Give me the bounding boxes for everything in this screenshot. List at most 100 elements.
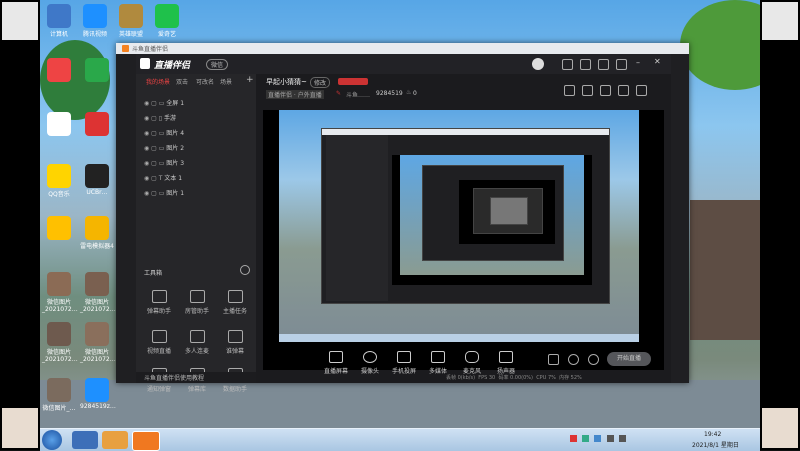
avatar [762, 408, 798, 448]
close-icon[interactable]: ✕ [654, 57, 661, 66]
speaker-button[interactable]: 扬声器 [488, 351, 524, 375]
edit-icon[interactable]: ✎ [336, 90, 341, 97]
menu-icon[interactable] [616, 59, 627, 70]
desktop-icon[interactable]: 微信图片_2021072… [80, 272, 116, 313]
source-item[interactable]: ◉ ▢ ▭ 全屏 1 [144, 98, 244, 112]
tab-rename[interactable]: 可改名 [196, 77, 214, 86]
camera-button[interactable]: 摄像头 [352, 351, 388, 375]
microphone-icon [465, 351, 479, 363]
gift-icon[interactable] [582, 85, 593, 96]
source-item[interactable]: ◉ ▢ ▭ 图片 3 [144, 158, 244, 172]
source-item[interactable]: ◉ ▢ ▯ 手游 [144, 113, 244, 127]
tool-video-live[interactable]: 视频直播 [142, 330, 176, 355]
desktop-icon[interactable]: 微信图片_2021072… [42, 322, 78, 363]
category-label[interactable]: 直播伴侣 · 户外直播 [266, 90, 324, 99]
scene-sidebar: 我的场景 双击 可改名 场景 + ◉ ▢ ▭ 全屏 1 ◉ ▢ ▯ 手游 ◉ ▢… [136, 74, 256, 393]
source-label: 图片 2 [166, 145, 185, 152]
desktop-icon[interactable]: 9284519z… [80, 378, 116, 410]
screen-capture-button[interactable]: 直播屏幕 [318, 351, 354, 375]
stream-preview[interactable] [263, 110, 664, 370]
desktop-icon[interactable] [42, 216, 76, 241]
phone-cast-button[interactable]: 手机投屏 [386, 351, 422, 375]
status-bitrate: 码率 0.00(0%) [498, 375, 533, 381]
avatar[interactable] [532, 58, 544, 70]
desktop-icon[interactable] [80, 112, 114, 137]
network-icon[interactable] [636, 85, 647, 96]
start-button[interactable] [42, 430, 62, 450]
source-label: 图片 4 [166, 130, 185, 137]
sidebar-footer[interactable]: 斗鱼直播伴侣使用教程 [136, 372, 256, 383]
status-memory: 内存 52% [559, 375, 582, 381]
tray-icon[interactable] [570, 435, 577, 442]
right-black-bar [760, 0, 800, 450]
source-item[interactable]: ◉ ▢ ▭ 图片 1 [144, 188, 244, 202]
settings-icon[interactable] [588, 354, 599, 365]
source-item[interactable]: ◉ ▢ ▭ 图片 2 [144, 143, 244, 157]
clock-date[interactable]: 2021/8/1 星期日 [692, 440, 739, 449]
taskbar-explorer-icon[interactable] [102, 431, 128, 449]
tool-danmaku-helper[interactable]: 弹幕助手 [142, 290, 176, 315]
mail-icon[interactable] [580, 59, 591, 70]
tab-scene-2[interactable]: 场景 [220, 77, 232, 86]
record-icon[interactable] [548, 354, 559, 365]
tool-streamer-task[interactable]: 主播任务 [218, 290, 252, 315]
source-item[interactable]: ◉ ▢ T 文本 1 [144, 173, 244, 187]
tray-icon[interactable] [594, 435, 602, 442]
tab-scene[interactable]: 我的场景 [146, 77, 170, 86]
tab-double-click[interactable]: 双击 [176, 77, 188, 86]
wechat-icon [85, 58, 109, 82]
desktop-icon[interactable]: 雷电模拟器4 [80, 216, 114, 250]
room-id: 9284519 [376, 90, 403, 97]
network-icon[interactable] [606, 435, 614, 442]
tool-multi-mic[interactable]: 多人连麦 [180, 330, 214, 355]
settings-icon[interactable] [598, 59, 609, 70]
tray-icon[interactable] [582, 435, 590, 442]
nested-window-3 [473, 188, 543, 234]
nested-sidebar [326, 135, 388, 301]
desktop-icon[interactable]: 腾讯视频 [78, 4, 112, 38]
minimize-icon[interactable]: – [636, 58, 640, 67]
nested-preview [392, 155, 592, 285]
microphone-button[interactable]: 麦克风 [454, 351, 490, 375]
notice-icon[interactable] [618, 85, 629, 96]
share-icon[interactable] [564, 85, 575, 96]
desktop-icon[interactable]: 微信图片_2021072… [42, 272, 78, 313]
more-tools-icon[interactable] [240, 265, 250, 275]
tool-admin-helper[interactable]: 房管助手 [180, 290, 214, 315]
preview-taskbar [279, 334, 639, 342]
desktop-icon[interactable] [42, 112, 76, 137]
edit-title-button[interactable]: 修改 [310, 77, 331, 88]
wallpaper-house [690, 200, 760, 340]
status-dropped: 丢帧 0(kb/s) [446, 375, 476, 381]
desktop-icon[interactable]: UCBr… [80, 164, 114, 196]
layout-icon[interactable] [600, 85, 611, 96]
image-file-icon [85, 272, 109, 296]
desktop-icon[interactable]: 微信图片_… [42, 378, 76, 412]
window-titlebar[interactable]: 斗鱼直播伴侣 [116, 43, 689, 54]
logo-badge[interactable]: 微信 [206, 59, 229, 70]
desktop-icon[interactable] [42, 58, 76, 83]
message-icon[interactable] [562, 59, 573, 70]
multimedia-button[interactable]: 多媒体 [420, 351, 456, 375]
start-live-button[interactable]: 开始直播 [607, 352, 651, 366]
clock-time[interactable]: 19:42 [704, 431, 721, 438]
danmaku-icon [151, 290, 167, 303]
volume-icon[interactable] [618, 435, 626, 442]
tool-who-danmaku[interactable]: 谁弹幕 [218, 330, 252, 355]
video-icon [151, 330, 167, 343]
clock-icon[interactable] [568, 354, 579, 365]
desktop-icon[interactable]: 计算机 [42, 4, 76, 38]
taskbar-douyu-icon[interactable] [132, 431, 160, 451]
system-tray[interactable] [570, 435, 670, 445]
desktop-icon[interactable]: 英雄联盟 [114, 4, 148, 38]
status-cpu: CPU 7% [536, 375, 556, 381]
desktop-icon[interactable]: QQ音乐 [42, 164, 76, 198]
taskbar-ie-icon[interactable] [72, 431, 98, 449]
add-scene-icon[interactable]: + [246, 75, 254, 85]
source-item[interactable]: ◉ ▢ ▭ 图片 4 [144, 128, 244, 142]
app-logo: 直播伴侣 [154, 61, 191, 71]
desktop-icon[interactable]: 微信图片_2021072… [80, 322, 116, 363]
tutorial-link[interactable]: 斗鱼直播伴侣使用教程 [144, 373, 204, 382]
desktop-icon[interactable] [80, 58, 114, 83]
desktop-icon[interactable]: 爱奇艺 [150, 4, 184, 38]
